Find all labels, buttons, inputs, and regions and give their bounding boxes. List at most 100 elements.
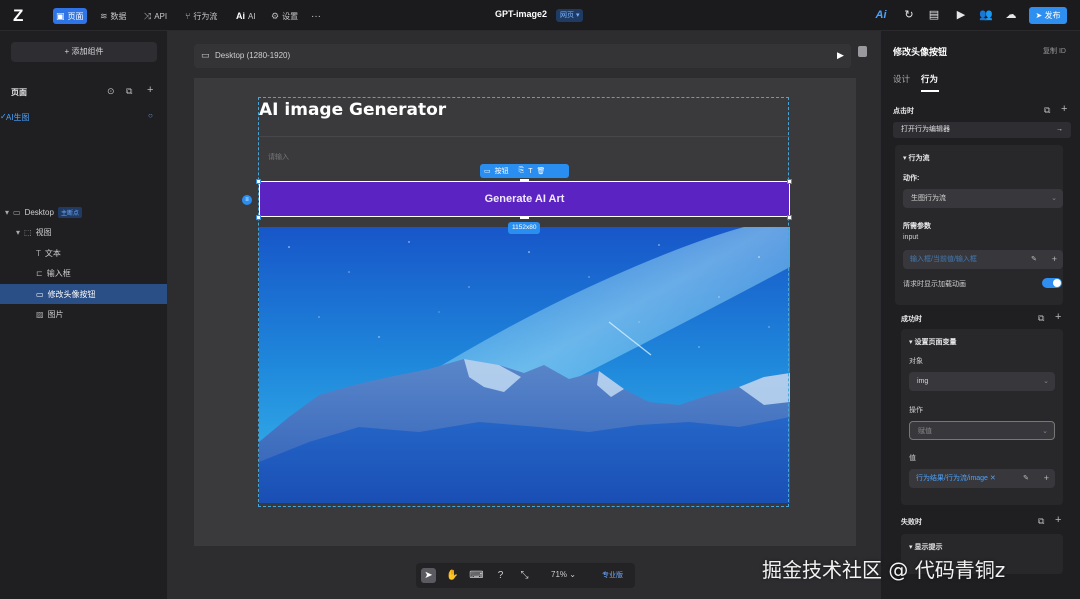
device-label[interactable]: Desktop (1280-1920) [215,51,290,60]
text-icon: T [36,248,41,258]
clear-icon[interactable]: ✕ [988,475,996,482]
add-icon[interactable]: + [1052,250,1057,269]
tab-design[interactable]: 设计 [893,73,910,85]
plan-badge[interactable]: 专业版 [602,570,623,580]
value-binding-input[interactable]: 行为结果/行为流/image ✕ ✎ + [909,469,1055,488]
bind-icon[interactable]: ✎ [1031,250,1037,269]
tree-item-image[interactable]: ▨ 图片 [0,304,167,324]
generated-image[interactable] [259,227,790,503]
zoom-value: 71% [551,570,568,579]
text-edit-icon[interactable]: T [528,168,532,175]
chevron-down-icon: ⌄ [1051,195,1057,202]
resize-handle[interactable] [787,179,792,184]
tree-item-avatar-button[interactable]: ▭ 修改头像按钮 [0,284,167,304]
add-icon[interactable]: + [1044,469,1049,488]
param-binding-value: 输入框/当前值/输入框 [910,256,977,263]
page-item-label: AI生图 [6,113,30,122]
element-name[interactable]: 修改头像按钮 [893,45,947,58]
add-icon[interactable]: + [1061,103,1067,115]
copy-icon[interactable]: ⧉ [1044,105,1050,116]
file-icon[interactable]: ▤ [927,8,941,22]
prompt-placeholder: 请输入 [268,154,289,161]
nav-api[interactable]: ⤨ API [141,8,170,24]
tree-item-label: 修改头像按钮 [47,289,96,299]
open-editor-button[interactable]: 打开行为编辑器 → [893,122,1071,138]
resize-handle[interactable] [256,179,261,184]
on-fail-label: 失败时 [901,519,922,526]
flow-card: ▾ 行为流 动作: 生图行为流 ⌄ 所需参数 input 输入框/当前值/输入框 … [895,145,1063,305]
add-icon[interactable]: + [1055,514,1061,526]
add-page-icon[interactable]: + [147,84,153,96]
set-var-card: ▾ 设置页面变量 对象 img ⌄ 操作 赋值 ⌄ 值 行为结果/行为流/image… [901,329,1063,505]
action-select[interactable]: 生图行为流 ⌄ [903,189,1063,208]
mountain-sky-image [259,227,790,503]
chevron-down-icon: ⌄ [569,570,576,579]
play-icon[interactable]: ▶ [954,8,968,22]
drag-handle-icon[interactable]: ≡ [242,195,252,205]
left-panel: + 添加组件 页面 ⊙ ⧉ + ✓ AI生图 ○ ▾ ▭ Desktop 主断点… [0,31,168,599]
play-preview-icon[interactable]: ▶ [837,50,844,61]
loading-toggle[interactable] [1042,278,1062,288]
nav-settings-label: 设置 [282,11,299,21]
refresh-icon[interactable]: ↻ [902,8,916,22]
send-icon: ➤ [1035,11,1043,20]
target-select[interactable]: img ⌄ [909,372,1055,391]
copy-icon[interactable]: ⧉ [1038,313,1044,324]
loading-label: 请求时显示加载动画 [903,281,966,288]
users-icon[interactable]: 👥 [979,8,993,22]
resize-handle[interactable] [787,215,792,220]
set-var-label: 设置页面变量 [914,339,957,346]
more-menu[interactable]: ··· [308,8,324,24]
chevron-down-icon: ⌄ [1042,428,1048,435]
resize-handle-top[interactable] [520,179,529,182]
page-heading[interactable]: AI image Generator [259,100,446,120]
param-binding-input[interactable]: 输入框/当前值/输入框 ✎ + [903,250,1063,269]
app-logo[interactable]: Z [13,7,31,24]
hand-tool-icon[interactable]: ✋ [445,568,460,583]
tree-item-label: 文本 [44,248,61,258]
nav-pages-label: 页面 [67,11,84,21]
zoom-select[interactable]: 71% ⌄ [551,570,576,579]
copy-page-icon[interactable]: ⧉ [126,86,132,97]
generate-button[interactable]: Generate AI Art [259,181,790,217]
collapse-icon[interactable]: ⤡ [517,568,532,583]
tree-item-input[interactable]: ⊏ 输入框 [0,263,167,283]
flow-title[interactable]: ▾ 行为流 [903,153,929,163]
tree-item-view[interactable]: ▾ ⬚ 视图 [0,222,167,242]
nav-pages[interactable]: ▣ 页面 [53,8,87,24]
help-icon[interactable]: ? [493,568,508,583]
watermark: 掘金技术社区 @ 代码青铜z [762,558,1006,582]
op-select[interactable]: 赋值 ⌄ [909,421,1055,440]
add-component-button[interactable]: + 添加组件 [11,42,157,62]
cloud-icon[interactable]: ☁ [1004,8,1018,22]
add-icon[interactable]: + [1055,311,1061,323]
set-var-title[interactable]: ▾ 设置页面变量 [909,337,956,347]
nav-settings[interactable]: ⚙ 设置 [268,8,301,24]
nav-ai[interactable]: Ai AI [233,8,259,24]
top-bar: Z ▣ 页面 ≋ 数据 ⤨ API ⑂ 行为流 Ai AI ⚙ 设置 ··· GPT-ima… [0,0,1080,31]
value-label: 值 [909,455,916,462]
bind-icon[interactable]: ✎ [1023,469,1029,488]
project-type-badge[interactable]: 网页 ▾ [556,9,584,22]
nav-flow[interactable]: ⑂ 行为流 [182,8,220,24]
nav-data[interactable]: ≋ 数据 [97,8,130,24]
resize-handle[interactable] [256,215,261,220]
action-value: 生图行为流 [911,195,946,202]
keyboard-icon[interactable]: ⌨ [469,568,484,583]
style-icon[interactable]: ⎘ [519,167,525,175]
tab-behavior[interactable]: 行为 [921,73,938,85]
panel-toggle-icon[interactable] [858,46,867,57]
show-tip-title[interactable]: ▾ 显示提示 [909,542,942,552]
element-toolbar: ▭ 按钮 ⎘ T 🗑 [480,164,569,178]
resize-handle-bottom[interactable] [520,216,529,219]
tree-item-desktop[interactable]: ▾ ▭ Desktop 主断点 [0,202,167,222]
ai-assistant-icon[interactable]: Ai [874,8,888,22]
page-settings-icon[interactable]: ⊙ [107,86,115,97]
tree-item-text[interactable]: T 文本 [0,243,167,263]
publish-button[interactable]: ➤ 发布 [1029,7,1067,24]
select-tool-icon[interactable]: ➤ [421,568,436,583]
page-item-ai[interactable]: ✓ AI生图 ○ [0,110,167,126]
copy-icon[interactable]: ⧉ [1038,516,1044,527]
delete-icon[interactable]: 🗑 [537,167,546,175]
copy-id-button[interactable]: 复制 ID [1043,46,1066,56]
